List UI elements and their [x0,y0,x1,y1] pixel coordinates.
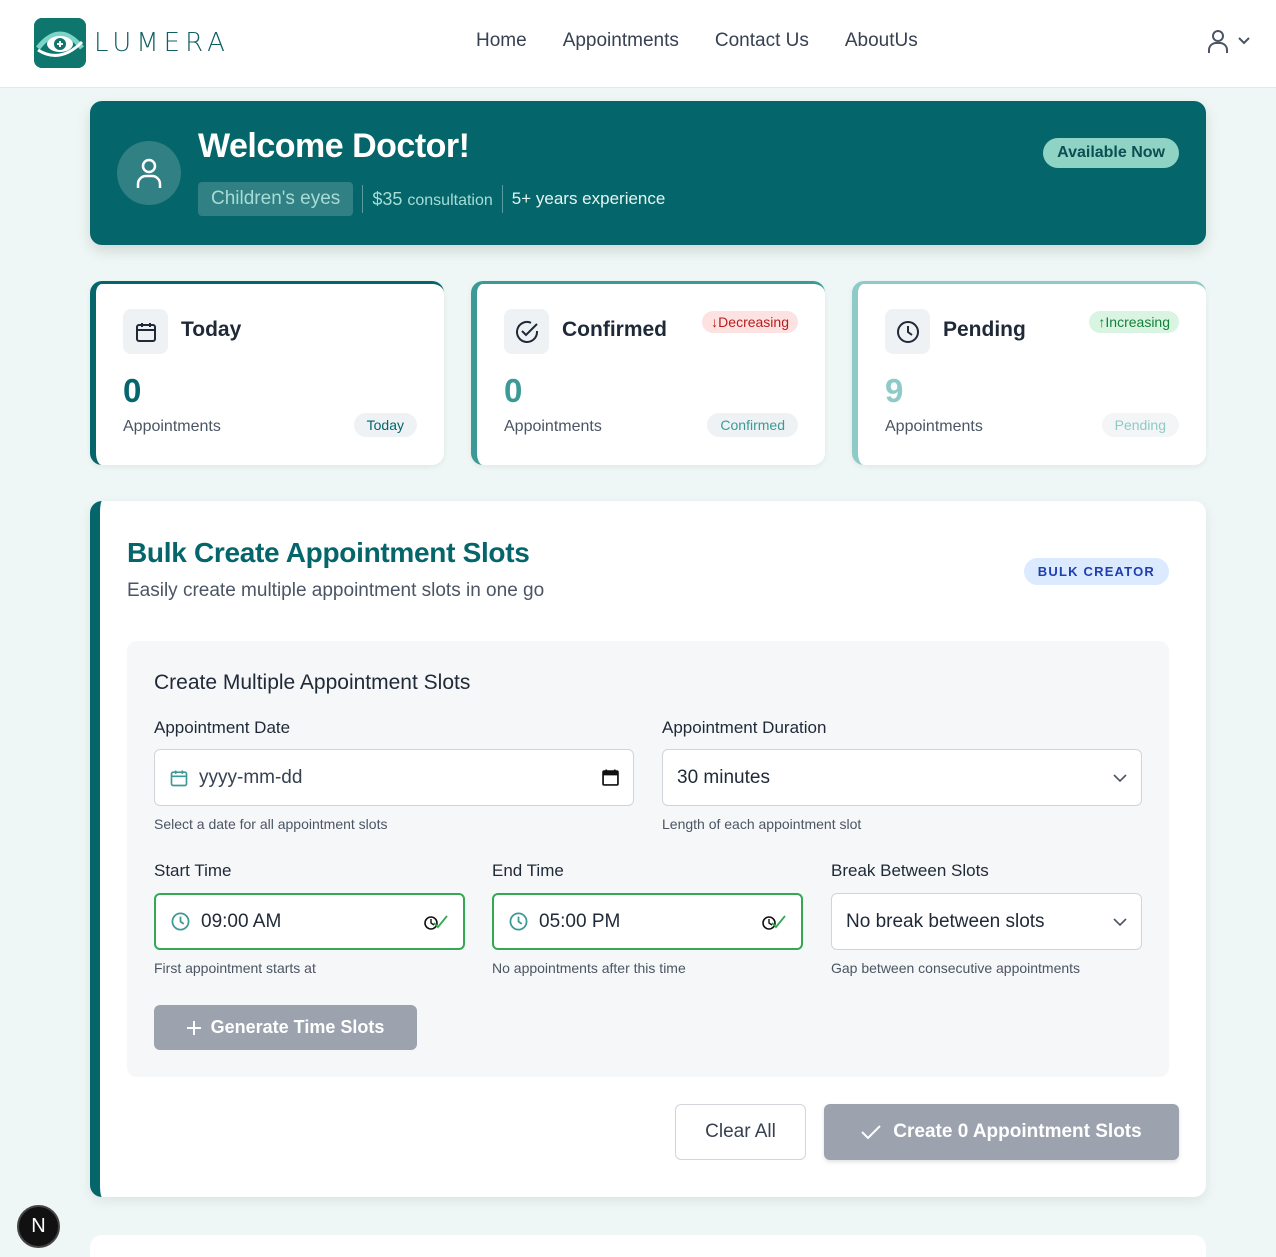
next-section-card [90,1235,1206,1257]
start-time-label: Start Time [154,861,232,880]
end-time-value: 05:00 PM [539,910,621,932]
stat-pill: Confirmed [707,413,798,437]
calendar-icon [123,309,168,354]
generate-label: Generate Time Slots [210,1017,385,1037]
stat-pill: Today [353,413,417,437]
doctor-meta: Children's eyes $35 consultation 5+ year… [198,182,665,216]
form-heading: Create Multiple Appointment Slots [154,671,471,694]
check-circle-icon [504,309,549,354]
check-icon [861,1125,881,1139]
end-time-help: No appointments after this time [492,960,686,976]
duration-label: Appointment Duration [662,718,827,737]
break-help: Gap between consecutive appointments [831,960,1081,976]
stat-card-confirmed[interactable]: Confirmed ↓Decreasing 0 Appointments Con… [471,281,825,465]
stat-pill: Pending [1101,413,1179,437]
user-icon [1208,30,1228,53]
stat-title: Confirmed [562,318,667,341]
end-time-label: End Time [492,861,564,880]
chevron-down-icon [1113,773,1127,782]
start-time-input[interactable]: 09:00 AM [154,893,465,950]
consultation-fee: $35 consultation [372,189,492,210]
valid-check-icon [424,914,448,930]
stat-subtitle: Appointments [504,418,602,435]
bulk-creator-badge: BULK CREATOR [1023,558,1169,585]
stat-subtitle: Appointments [885,418,983,435]
doctor-avatar [117,141,181,205]
stat-value: 0 [504,372,523,409]
stat-title: Pending [943,318,1026,341]
nav-link-appointments[interactable]: Appointments [563,30,679,52]
availability-badge: Available Now [1043,138,1179,168]
chevron-down-icon [1238,37,1250,45]
stat-value: 0 [123,372,142,409]
stat-subtitle: Appointments [123,418,221,435]
panel-subtitle: Easily create multiple appointment slots… [127,580,545,601]
start-time-value: 09:00 AM [201,910,282,932]
appointment-date-input[interactable]: yyyy-mm-dd [154,749,634,806]
clock-icon [509,912,528,931]
end-time-input[interactable]: 05:00 PM [492,893,803,950]
duration-help: Length of each appointment slot [662,816,862,832]
divider [501,185,503,213]
bulk-create-panel: Bulk Create Appointment Slots Easily cre… [90,501,1206,1197]
date-value: yyyy-mm-dd [199,766,303,788]
welcome-title: Welcome Doctor! [198,127,470,165]
user-icon [136,158,162,188]
panel-title: Bulk Create Appointment Slots [127,537,530,568]
welcome-banner: Welcome Doctor! Children's eyes $35 cons… [90,101,1206,245]
create-slots-button[interactable]: Create 0 Appointment Slots [824,1104,1179,1160]
fee-label: consultation [407,191,493,209]
duration-select[interactable]: 30 minutes [662,749,1142,806]
trend-badge-increasing: ↑Increasing [1089,311,1179,333]
stat-title: Today [181,318,242,341]
create-label: Create 0 Appointment Slots [893,1121,1142,1142]
user-menu[interactable] [1206,28,1250,54]
stat-card-today[interactable]: Today 0 Appointments Today [90,281,444,465]
duration-value: 30 minutes [677,766,770,788]
brand-name: LUMERA [94,28,230,58]
calendar-picker-icon[interactable] [602,769,619,786]
nav-links: Home Appointments Contact Us AboutUs [476,30,918,52]
stat-value: 9 [885,372,904,409]
top-navbar: LUMERA Home Appointments Contact Us Abou… [0,0,1276,88]
specialty-chip: Children's eyes [198,182,354,216]
divider [362,185,364,213]
start-time-help: First appointment starts at [154,960,316,976]
eye-logo-icon [34,18,86,68]
date-help: Select a date for all appointment slots [154,816,388,832]
clock-icon [171,912,190,931]
break-label: Break Between Slots [831,861,989,880]
clear-all-button[interactable]: Clear All [675,1104,806,1160]
clock-icon [885,309,930,354]
nav-link-contact[interactable]: Contact Us [715,30,809,52]
fee-amount: $35 [372,188,403,209]
valid-check-icon [762,914,786,930]
break-select[interactable]: No break between slots [831,893,1142,950]
stat-card-pending[interactable]: Pending ↑Increasing 9 Appointments Pendi… [852,281,1206,465]
nav-link-home[interactable]: Home [476,30,527,52]
break-value: No break between slots [846,910,1045,932]
calendar-icon [170,770,188,786]
nav-link-about[interactable]: AboutUs [845,30,918,52]
chevron-down-icon [1113,917,1127,926]
slot-form: Create Multiple Appointment Slots Appoin… [127,641,1169,1077]
date-label: Appointment Date [154,718,291,737]
brand-logo[interactable]: LUMERA [34,18,230,68]
plus-icon [186,1020,201,1035]
generate-time-slots-button[interactable]: Generate Time Slots [154,1005,417,1050]
experience-label: 5+ years experience [511,189,666,208]
trend-badge-decreasing: ↓Decreasing [702,311,798,333]
dev-tools-button[interactable]: N [17,1205,60,1248]
